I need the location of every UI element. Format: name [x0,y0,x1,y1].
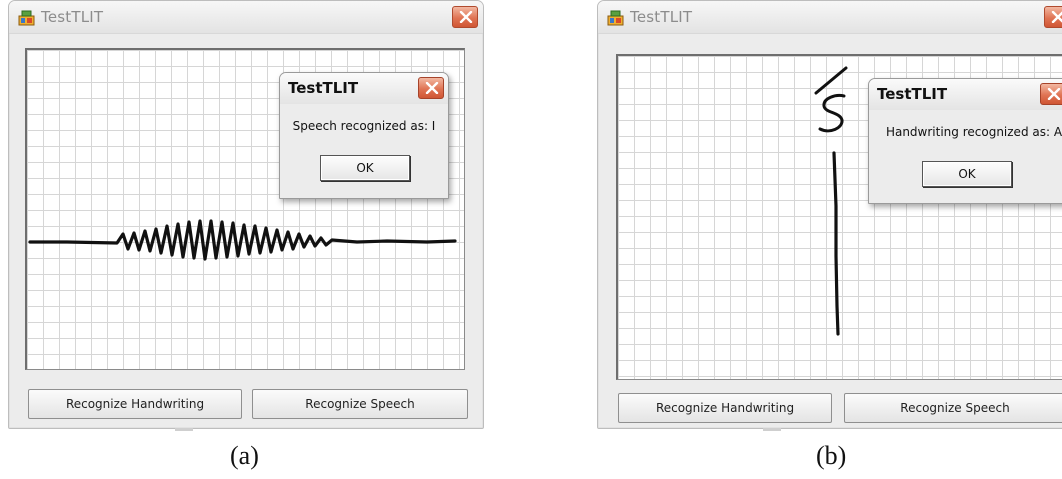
message-dialog: TestTLIT Speech recognized as: I OK [279,72,449,199]
dialog-message: Speech recognized as: I [292,119,436,133]
dialog-message: Handwriting recognized as: A [885,125,1062,139]
close-icon [1051,11,1062,23]
close-button[interactable] [452,6,478,28]
recognize-handwriting-button[interactable]: Recognize Handwriting [28,389,242,419]
close-icon [425,82,439,94]
app-icon [607,10,624,26]
dialog-close-button[interactable] [1040,83,1062,105]
dialog-title: TestTLIT [288,79,359,97]
title-bar[interactable]: TestTLIT [9,1,483,34]
figure-caption: (b) [816,441,847,470]
panel-b: TestTLIT Recognize Handwriting Recognize… [597,0,1062,479]
close-button[interactable] [1044,6,1062,28]
dialog-close-button[interactable] [418,77,444,99]
message-dialog: TestTLIT Handwriting recognized as: A OK [868,78,1062,204]
recognize-handwriting-button[interactable]: Recognize Handwriting [618,393,832,423]
main-window: TestTLIT Recognize Handwriting Recognize… [8,0,484,429]
panel-a: TestTLIT Recognize Handwriting Recognize… [8,0,484,479]
figure-caption: (a) [230,441,259,470]
close-icon [1047,88,1061,100]
window-title: TestTLIT [41,8,104,26]
main-window: TestTLIT Recognize Handwriting Recognize… [597,0,1062,429]
app-icon [18,10,35,26]
recognize-speech-button[interactable]: Recognize Speech [844,393,1062,423]
dialog-title-bar[interactable]: TestTLIT [869,79,1062,110]
resize-grip [175,428,193,431]
resize-grip [763,428,781,431]
close-icon [459,11,473,23]
ok-button[interactable]: OK [320,155,410,181]
title-bar[interactable]: TestTLIT [598,1,1062,34]
recognize-speech-button[interactable]: Recognize Speech [252,389,468,419]
window-title: TestTLIT [630,8,693,26]
ok-button[interactable]: OK [922,161,1012,187]
dialog-title-bar[interactable]: TestTLIT [280,73,448,104]
dialog-title: TestTLIT [877,85,948,103]
